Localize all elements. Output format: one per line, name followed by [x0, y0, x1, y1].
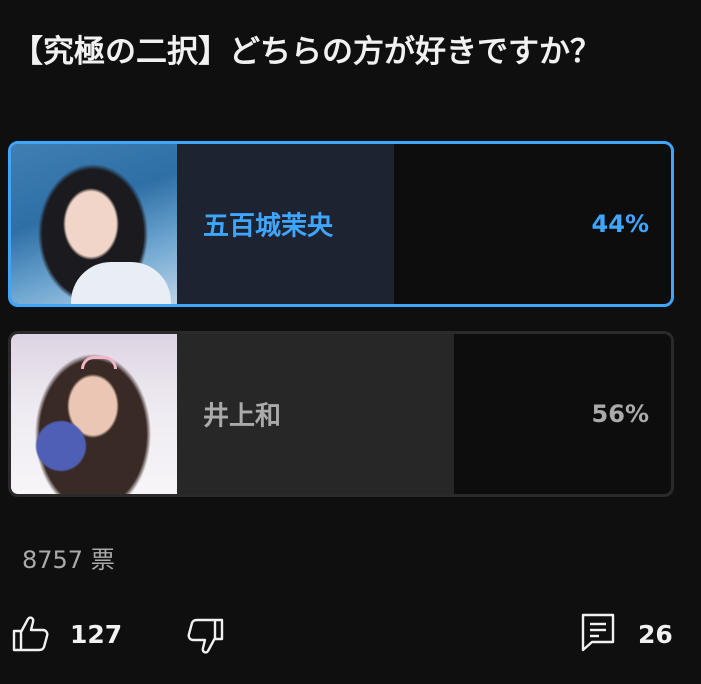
option-2-label: 井上和	[203, 401, 282, 432]
option-1-thumbnail	[11, 144, 177, 304]
option-2-percent: 56%	[591, 400, 649, 428]
thumbs-down-icon	[187, 618, 224, 654]
dislike-button[interactable]	[186, 612, 232, 656]
poll-option-2[interactable]: 井上和 56%	[8, 331, 674, 497]
thumbs-up-icon	[12, 616, 49, 652]
like-button[interactable]: 127	[10, 612, 130, 656]
like-count: 127	[70, 620, 123, 649]
comment-count: 26	[638, 620, 673, 649]
option-2-thumbnail	[11, 334, 177, 494]
option-1-percent: 44%	[591, 210, 649, 238]
comments-button[interactable]: 26	[580, 612, 690, 656]
vote-count: 8757 票	[22, 546, 115, 574]
poll-option-1[interactable]: 五百城茉央 44%	[8, 141, 674, 307]
option-1-label: 五百城茉央	[203, 211, 334, 242]
comment-icon	[581, 613, 615, 652]
post-title: 【究極の二択】どちらの方が好きですか？	[12, 34, 601, 70]
